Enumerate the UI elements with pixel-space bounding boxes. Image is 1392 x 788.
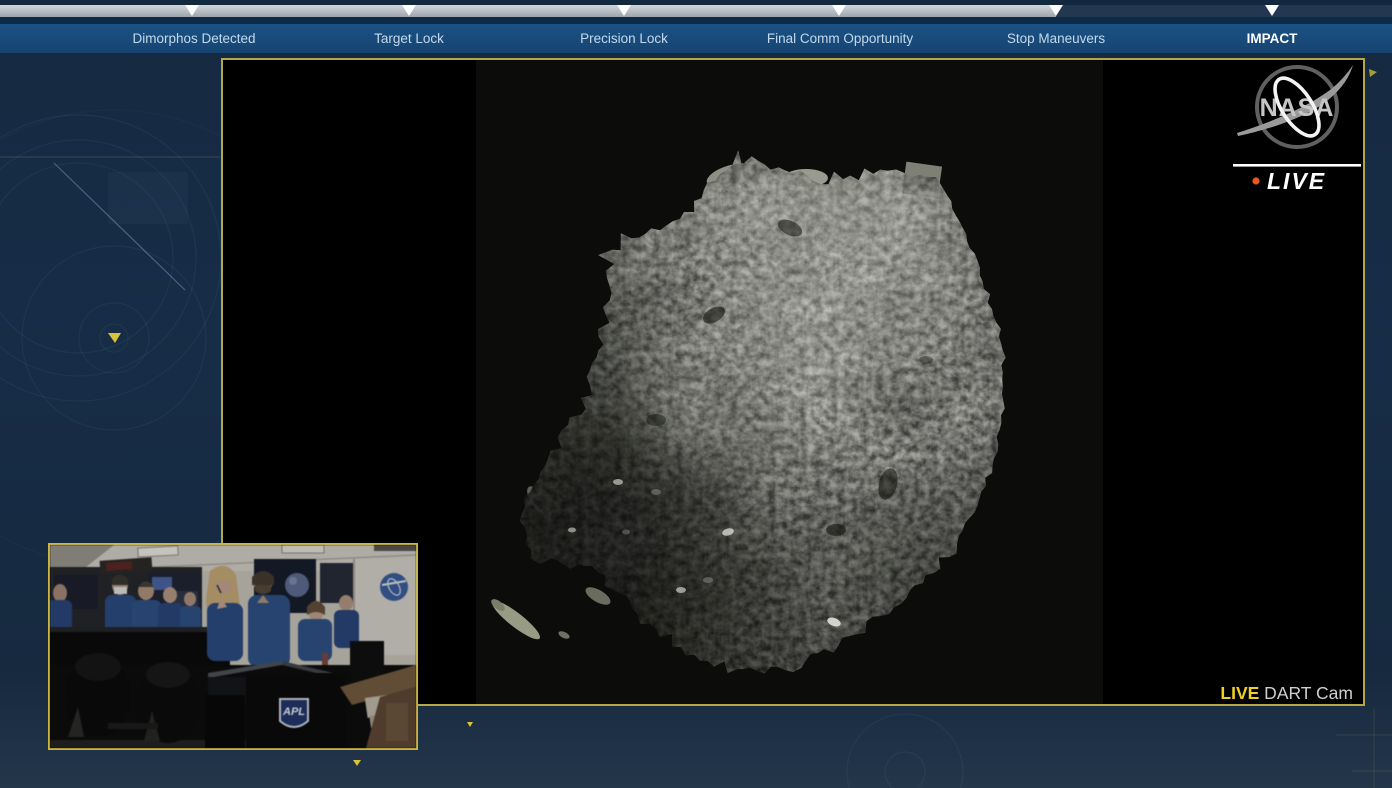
svg-text:NASA: NASA [1260, 94, 1335, 122]
svg-text:APL: APL [282, 706, 305, 718]
svg-text:LIVE: LIVE [1267, 168, 1326, 194]
